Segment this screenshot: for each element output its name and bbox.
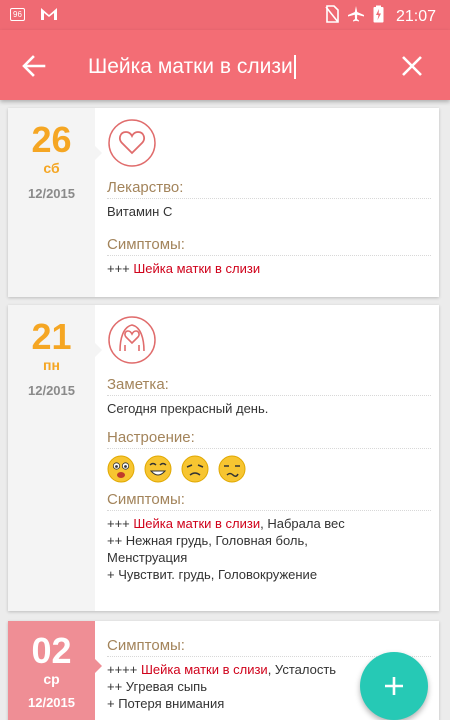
confused-face-icon bbox=[218, 455, 246, 483]
airplane-icon bbox=[347, 5, 365, 28]
note-title: Заметка: bbox=[107, 376, 431, 396]
entry-card[interactable]: 21 пн 12/2015 Заметка: Сегодня прекрасны… bbox=[8, 305, 439, 611]
entry-content: Заметка: Сегодня прекрасный день. Настро… bbox=[107, 305, 431, 583]
search-toolbar: Шейка матки в слизи bbox=[0, 30, 450, 100]
note-value: Сегодня прекрасный день. bbox=[107, 401, 269, 416]
symptoms-line: +++ Шейка матки в слизи, Набрала вес bbox=[107, 515, 431, 532]
heart-icon bbox=[108, 119, 156, 167]
search-input[interactable]: Шейка матки в слизи bbox=[88, 52, 378, 82]
symptom-rest: , Набрала вес bbox=[260, 516, 345, 531]
grinning-face-icon bbox=[144, 455, 172, 483]
entry-weekday: сб bbox=[43, 160, 60, 176]
entry-weekday: пн bbox=[43, 357, 60, 373]
back-button[interactable] bbox=[20, 52, 48, 80]
arrow-left-icon bbox=[22, 55, 46, 77]
entry-day: 21 bbox=[31, 316, 72, 357]
status-bar: 96 21:07 bbox=[0, 0, 450, 30]
entry-month: 12/2015 bbox=[28, 695, 75, 710]
symptom-highlight: Шейка матки в слизи bbox=[133, 261, 261, 276]
heart-hands-icon bbox=[108, 316, 156, 364]
entry-weekday: ср bbox=[43, 671, 60, 687]
tired-face-icon bbox=[181, 455, 209, 483]
entry-content: Лекарство: Витамин С Симптомы: +++ Шейка… bbox=[107, 108, 431, 277]
search-query: Шейка матки в слизи bbox=[88, 55, 293, 78]
battery-charging-icon bbox=[373, 5, 384, 28]
plus-icon bbox=[385, 677, 403, 695]
entry-day: 02 bbox=[31, 630, 72, 671]
symptom-highlight: Шейка матки в слизи bbox=[133, 516, 261, 531]
happy-face-icon bbox=[107, 455, 135, 483]
gmail-icon bbox=[40, 7, 58, 26]
symptoms-line: Менструация bbox=[107, 550, 188, 565]
symptom-intensity: +++ bbox=[107, 516, 134, 531]
date-notch bbox=[95, 343, 102, 357]
clock: 21:07 bbox=[395, 7, 436, 25]
mood-list bbox=[107, 455, 431, 483]
date-notch bbox=[95, 659, 102, 673]
symptoms-title: Симптомы: bbox=[107, 236, 431, 256]
text-caret bbox=[293, 55, 296, 80]
close-icon bbox=[402, 56, 422, 76]
entry-date: 26 сб 12/2015 bbox=[8, 108, 95, 297]
entry-month: 12/2015 bbox=[28, 383, 75, 398]
symptoms-line: + Чувствит. грудь, Головокружение bbox=[107, 567, 318, 582]
medicine-value: Витамин С bbox=[107, 204, 173, 219]
entry-day: 26 bbox=[31, 119, 72, 160]
notification-badge: 96 bbox=[10, 8, 25, 21]
entry-month: 12/2015 bbox=[28, 186, 75, 201]
entry-card[interactable]: 26 сб 12/2015 Лекарство: Витамин С Симпт… bbox=[8, 108, 439, 297]
mood-title: Настроение: bbox=[107, 429, 431, 449]
symptoms-title: Симптомы: bbox=[107, 491, 431, 511]
clear-search-button[interactable] bbox=[400, 54, 424, 78]
entry-date: 02 ср 12/2015 bbox=[8, 621, 95, 720]
add-entry-button[interactable] bbox=[360, 652, 428, 720]
symptom-rest: , Усталость bbox=[267, 662, 337, 677]
symptom-intensity: ++++ bbox=[107, 662, 141, 677]
no-sim-icon bbox=[325, 5, 339, 28]
symptom-highlight: Шейка матки в слизи bbox=[140, 662, 268, 677]
symptom-intensity: +++ bbox=[107, 261, 134, 276]
medicine-title: Лекарство: bbox=[107, 179, 431, 199]
symptoms-line: ++ Нежная грудь, Головная боль, bbox=[107, 533, 308, 548]
symptoms-line: +++ Шейка матки в слизи bbox=[107, 260, 431, 277]
entry-date: 21 пн 12/2015 bbox=[8, 305, 95, 611]
date-notch bbox=[95, 146, 102, 160]
